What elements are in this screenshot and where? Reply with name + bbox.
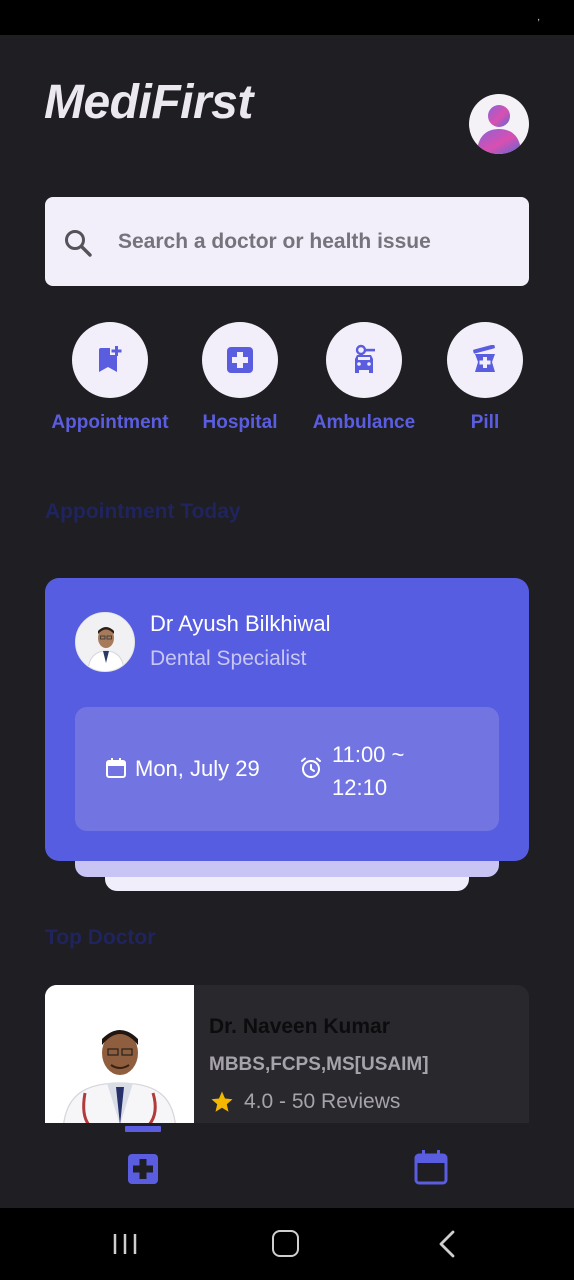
profile-avatar[interactable]	[469, 94, 529, 154]
top-doctor-name: Dr. Naveen Kumar	[209, 1015, 390, 1038]
quick-action-hospital[interactable]: Hospital	[190, 322, 290, 434]
top-doctor-rating: 4.0 - 50 Reviews	[244, 1090, 401, 1113]
system-home-icon[interactable]	[272, 1230, 299, 1257]
search-icon	[65, 230, 92, 257]
search-bar[interactable]	[45, 197, 529, 286]
bookmark-add-icon	[99, 346, 122, 372]
search-input[interactable]	[118, 197, 518, 286]
bottom-navigation	[0, 1123, 574, 1208]
status-indicator: ,	[537, 12, 540, 23]
alarm-clock-icon	[301, 757, 321, 778]
doctor-photo-icon	[76, 613, 134, 671]
appointment-date: Mon, July 29	[135, 756, 260, 781]
medicine-pill-icon	[473, 345, 495, 372]
quick-action-label: Ambulance	[312, 412, 416, 433]
appointment-time: 11:00 ~ 12:10	[332, 742, 405, 800]
hospital-cross-icon	[227, 347, 253, 373]
quick-action-label: Appointment	[51, 412, 169, 433]
top-doctor-photo	[45, 985, 194, 1135]
system-back-icon[interactable]	[438, 1230, 456, 1258]
status-bar: ,	[0, 0, 574, 35]
top-doctor-qualifications: MBBS,FCPS,MS[USAIM]	[209, 1054, 429, 1075]
doctor-avatar	[75, 612, 135, 672]
calendar-icon[interactable]	[414, 1149, 448, 1185]
app-title: MediFirst	[44, 76, 253, 129]
quick-action-appointment[interactable]: Appointment	[50, 322, 170, 434]
recent-apps-icon[interactable]	[112, 1232, 138, 1256]
system-navigation-bar	[0, 1208, 574, 1280]
quick-action-label: Pill	[470, 412, 500, 433]
appointment-icon-circle[interactable]	[72, 322, 148, 398]
doctor-portrait-icon	[45, 985, 194, 1135]
home-cross-icon[interactable]	[127, 1153, 159, 1185]
appointment-card[interactable]: Dr Ayush Bilkhiwal Dental Specialist Mon…	[45, 578, 529, 861]
top-doctor-heading: Top Doctor	[45, 926, 156, 949]
calendar-icon	[106, 758, 126, 778]
quick-action-pill[interactable]: Pill	[440, 322, 530, 434]
quick-action-label: Hospital	[202, 412, 278, 433]
appointment-doctor-specialty: Dental Specialist	[150, 647, 307, 670]
top-doctor-card[interactable]: Dr. Naveen Kumar MBBS,FCPS,MS[USAIM] 4.0…	[45, 985, 529, 1135]
appointment-doctor-name: Dr Ayush Bilkhiwal	[150, 611, 331, 636]
ambulance-icon-circle[interactable]	[326, 322, 402, 398]
avatar-icon	[477, 105, 521, 154]
active-tab-indicator	[125, 1126, 161, 1132]
star-icon	[211, 1091, 233, 1112]
hospital-icon-circle[interactable]	[202, 322, 278, 398]
app-screen: MediFirst Search a doctor or health issu…	[0, 35, 574, 1208]
appointment-schedule: Mon, July 29 11:00 ~ 12:10	[75, 707, 499, 831]
quick-action-ambulance[interactable]: Ambulance	[308, 322, 420, 434]
ambulance-car-icon	[355, 344, 375, 373]
appointment-today-heading: Appointment Today	[45, 500, 241, 523]
pill-icon-circle[interactable]	[447, 322, 523, 398]
